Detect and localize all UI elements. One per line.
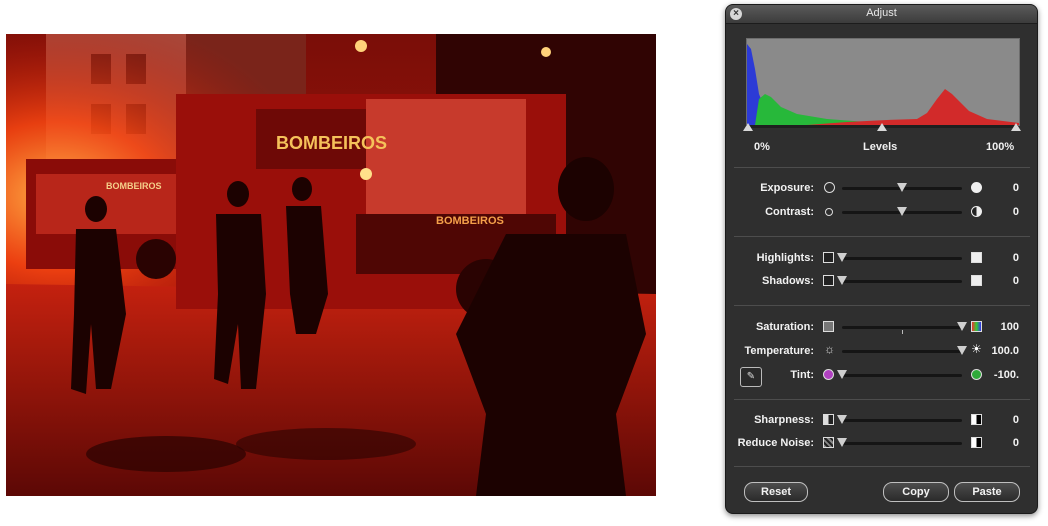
levels-mid-handle[interactable]: [877, 123, 887, 131]
levels-black-handle[interactable]: [743, 123, 753, 131]
saturation-knob[interactable]: [957, 322, 967, 331]
exposure-knob[interactable]: [897, 183, 907, 192]
reduce-noise-knob[interactable]: [837, 438, 847, 447]
highlights-slider[interactable]: [842, 257, 962, 260]
separator: [734, 236, 1030, 237]
truck-label-3: BOMBEIROS: [106, 181, 162, 191]
saturation-label: Saturation:: [755, 321, 814, 333]
saturation-tick: [902, 330, 903, 334]
highlights-knob[interactable]: [837, 253, 847, 262]
reduce-noise-label: Reduce Noise:: [737, 437, 814, 449]
truck-label-2: BOMBEIROS: [436, 215, 504, 227]
magenta-tint-icon: [823, 369, 834, 380]
sharpness-label: Sharpness:: [754, 414, 814, 426]
reduce-noise-value: 0: [1012, 437, 1019, 449]
photo-preview: BOMBEIROS BOMBEIROS BOMBEIROS: [6, 34, 656, 496]
highlights-label: Highlights:: [756, 252, 814, 264]
levels-label: Levels: [863, 141, 898, 153]
sharpness-value: 0: [1012, 414, 1019, 426]
adjust-panel: × Adjust 0% Levels 100% Exposure: 0 Cont…: [725, 4, 1038, 514]
cool-sun-icon: ☼: [824, 342, 835, 356]
shadows-knob[interactable]: [837, 276, 847, 285]
reset-button[interactable]: Reset: [744, 482, 808, 502]
copy-button[interactable]: Copy: [883, 482, 949, 502]
noisy-icon: [823, 437, 834, 448]
histogram: [746, 38, 1020, 126]
temperature-knob[interactable]: [957, 346, 967, 355]
exposure-label: Exposure:: [760, 182, 814, 194]
separator: [734, 167, 1030, 168]
low-contrast-icon: [825, 208, 833, 216]
levels-white-handle[interactable]: [1011, 123, 1021, 131]
tint-label: Tint:: [790, 369, 814, 381]
highlights-value: 0: [1012, 252, 1019, 264]
sharpness-slider[interactable]: [842, 419, 962, 422]
reduce-noise-slider[interactable]: [842, 442, 962, 445]
panel-titlebar[interactable]: × Adjust: [726, 5, 1037, 24]
paste-button[interactable]: Paste: [954, 482, 1020, 502]
truck-label: BOMBEIROS: [276, 133, 387, 153]
soft-icon: [823, 414, 834, 425]
contrast-label: Contrast:: [765, 206, 814, 218]
contrast-value: 0: [1012, 206, 1019, 218]
tint-value: -100.: [993, 369, 1019, 381]
saturation-value: 100: [1000, 321, 1019, 333]
contrast-knob[interactable]: [897, 207, 907, 216]
separator: [734, 305, 1030, 306]
temperature-slider[interactable]: [842, 350, 962, 353]
shadows-value: 0: [1012, 275, 1019, 287]
panel-title: Adjust: [866, 7, 897, 19]
separator: [734, 399, 1030, 400]
temperature-value: 100.0: [991, 345, 1019, 357]
levels-min-label: 0%: [754, 141, 770, 153]
exposure-value: 0: [1012, 182, 1019, 194]
shadows-low-icon: [823, 275, 834, 286]
temperature-label: Temperature:: [744, 345, 814, 357]
desaturate-icon: [823, 321, 834, 332]
sharpness-knob[interactable]: [837, 415, 847, 424]
shadows-slider[interactable]: [842, 280, 962, 283]
aperture-icon: [824, 182, 835, 193]
tint-knob[interactable]: [837, 370, 847, 379]
levels-max-label: 100%: [986, 141, 1015, 153]
highlights-low-icon: [823, 252, 834, 263]
separator: [734, 466, 1030, 467]
shadows-label: Shadows:: [762, 275, 814, 287]
tint-slider[interactable]: [842, 374, 962, 377]
saturation-slider[interactable]: [842, 326, 962, 329]
